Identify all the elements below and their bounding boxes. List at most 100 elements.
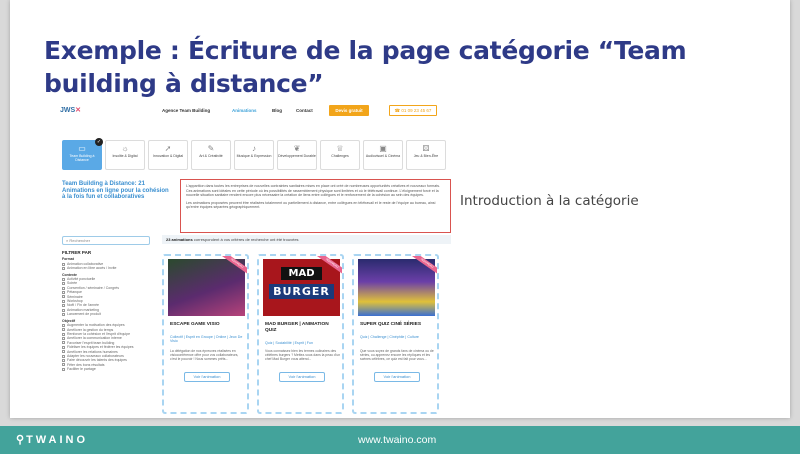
palette-icon: ✎ [207, 144, 215, 153]
music-icon: ♪ [252, 144, 256, 153]
card-description: La délégation de nos épreuves réalisées … [170, 349, 239, 362]
view-animation-button[interactable]: Voir l'animation [184, 372, 230, 382]
website-screenshot: JWS✕ Agence Team Building Animations Blo… [58, 100, 451, 416]
filter-option[interactable]: Lancement de produit [62, 312, 152, 316]
checkbox[interactable] [62, 323, 65, 327]
view-animation-button[interactable]: Voir l'animation [279, 372, 325, 382]
site-header: JWS✕ Agence Team Building Animations Blo… [58, 100, 451, 122]
leaf-icon: ❦ [293, 144, 301, 153]
nav-agence[interactable]: Agence Team Building [162, 108, 210, 113]
checkbox[interactable] [62, 308, 65, 312]
category-label: Art & Créativité [199, 154, 223, 158]
category-art[interactable]: ✎ Art & Créativité [191, 140, 231, 170]
footer-bar: ⚲ TWAINO www.twaino.com [0, 426, 800, 454]
checkbox[interactable] [62, 277, 65, 281]
checkbox[interactable] [62, 312, 65, 316]
filter-option[interactable]: Faciliter le partage [62, 367, 152, 371]
checkbox[interactable] [62, 299, 65, 303]
checkbox[interactable] [62, 337, 65, 341]
film-icon: ▣ [379, 144, 387, 153]
checkbox[interactable] [62, 363, 65, 367]
category-developpement[interactable]: ❦ Développement Durable [277, 140, 317, 170]
map-pin-icon: ⚲ [16, 434, 25, 446]
checkbox[interactable] [62, 262, 65, 266]
mad-burger-logo: MAD BURGER [269, 267, 334, 299]
bulb-icon: ☼ [121, 144, 129, 153]
category-label: Audiovisuel & Cinéma [365, 154, 401, 158]
category-label: Insolite & Digital [112, 154, 138, 158]
card-image [358, 259, 435, 316]
view-animation-button[interactable]: Voir l'animation [374, 372, 420, 382]
category-intro: L'apparition dans toutes les entreprises… [180, 179, 451, 233]
checkbox[interactable] [62, 290, 65, 294]
footer-url: www.twaino.com [358, 434, 437, 446]
filters-panel: FILTRER PAR Format Animation collaborativ… [62, 250, 152, 372]
filter-option-label: Animation en libre accès / Invite [67, 266, 117, 271]
card-image: MAD BURGER [263, 259, 340, 316]
nav-contact[interactable]: Contact [296, 108, 313, 113]
search-input[interactable]: ⌕ Rechercher [62, 236, 150, 245]
cards-grid: NOUVEAU ESCAPE GAME VISIO Collectif | Es… [162, 254, 439, 414]
checkbox[interactable] [62, 354, 65, 358]
category-musique[interactable]: ♪ Musique & Expression [234, 140, 274, 170]
category-innovation[interactable]: ➚ Innovation & Digital [148, 140, 188, 170]
category-bar: ▭ Team Building à Distance ✓ ☼ Insolite … [62, 138, 446, 170]
checkbox[interactable] [62, 359, 65, 363]
card-description: Vous connaissez bien les termes culinair… [265, 349, 341, 362]
card-image [168, 259, 245, 316]
category-label: Jeu & Bien-Être [413, 154, 439, 158]
category-team-building-distance[interactable]: ▭ Team Building à Distance ✓ [62, 138, 103, 170]
results-text: correspondent à vos critères de recherch… [193, 237, 299, 242]
footer-logo: ⚲ TWAINO [16, 433, 88, 446]
nav-blog[interactable]: Blog [272, 108, 282, 113]
activity-card[interactable]: MAD BURGER NOUVEAU MAD BURGER | ANIMATIO… [257, 254, 344, 414]
nav-animations[interactable]: Animations [232, 108, 257, 113]
card-tags: Quiz | Sociabilité | Esprit | Fun [265, 341, 313, 345]
laptop-icon: ▭ [78, 144, 86, 153]
category-jeu[interactable]: ⚄ Jeu & Bien-Être [406, 140, 446, 170]
filter-option[interactable]: Animation en libre accès / Invite [62, 266, 152, 270]
search-placeholder: Rechercher [69, 238, 91, 243]
category-label: Musique & Expression [236, 154, 272, 158]
card-description: Que vous soyez de grands fans de cinéma … [360, 349, 434, 362]
checkbox[interactable] [62, 295, 65, 299]
check-icon: ✓ [95, 138, 103, 146]
activity-card[interactable]: NOUVEAU SUPER QUIZ CINÉ SÉRIES Quiz | Ch… [352, 254, 439, 414]
card-tags: Quiz | Challenge | Cinéphile | Culture [360, 335, 419, 339]
category-audiovisuel[interactable]: ▣ Audiovisuel & Cinéma [363, 140, 403, 170]
checkbox[interactable] [62, 286, 65, 290]
checkbox[interactable] [62, 282, 65, 286]
category-insolite[interactable]: ☼ Insolite & Digital [105, 140, 145, 170]
phone-button[interactable]: ☎ 01 09 23 45 67 [389, 105, 437, 116]
slide: Exemple : Écriture de la page catégorie … [10, 0, 790, 418]
card-tags: Collectif | Esprit en Groupe | Online | … [170, 335, 243, 344]
site-logo[interactable]: JWS✕ [60, 106, 81, 114]
trophy-icon: ♕ [336, 144, 344, 153]
checkbox[interactable] [62, 350, 65, 354]
annotation-label: Introduction à la catégorie [460, 193, 639, 209]
category-challenges[interactable]: ♕ Challenges [320, 140, 360, 170]
checkbox[interactable] [62, 332, 65, 336]
results-count: 23 animations [166, 237, 193, 242]
checkbox[interactable] [62, 304, 65, 308]
checkbox[interactable] [62, 367, 65, 371]
card-title: MAD BURGER | ANIMATION QUIZ [265, 322, 329, 333]
quote-button[interactable]: Devis gratuit [329, 105, 369, 116]
filters-title: FILTRER PAR [62, 250, 92, 255]
category-label: Team Building à Distance [69, 154, 95, 162]
intro-paragraph: L'apparition dans toutes les entreprises… [186, 184, 440, 198]
filter-option-label: Faciliter le partage [67, 367, 96, 372]
rocket-icon: ➚ [164, 144, 172, 153]
checkbox[interactable] [62, 266, 65, 270]
image-text-bottom: BURGER [269, 284, 334, 299]
category-label: Innovation & Digital [152, 154, 184, 158]
checkbox[interactable] [62, 328, 65, 332]
search-icon: ⌕ [66, 238, 69, 243]
page-heading: Team Building à Distance: 21 Animations … [62, 181, 169, 201]
checkbox[interactable] [62, 341, 65, 345]
footer-logo-text: TWAINO [26, 434, 89, 446]
checkbox[interactable] [62, 345, 65, 349]
intro-paragraph: Les animations proposées peuvent être ré… [186, 200, 436, 210]
image-text-top: MAD [281, 267, 322, 280]
activity-card[interactable]: NOUVEAU ESCAPE GAME VISIO Collectif | Es… [162, 254, 249, 414]
